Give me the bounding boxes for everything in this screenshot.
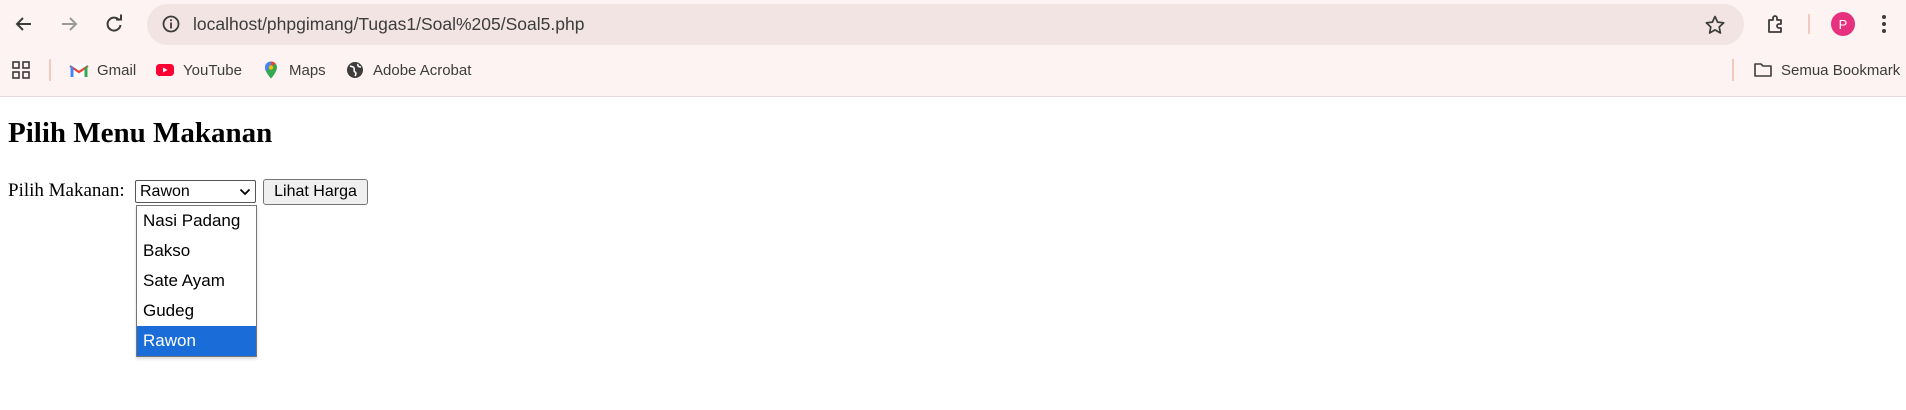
page-title: Pilih Menu Makanan: [8, 117, 273, 149]
all-bookmarks-button[interactable]: Semua Bookmark: [1753, 56, 1900, 84]
bookmark-label: YouTube: [183, 61, 242, 79]
browser-chrome: localhost/phpgimang/Tugas1/Soal%205/Soal…: [0, 0, 1906, 97]
dropdown-option[interactable]: Sate Ayam: [137, 266, 256, 296]
forward-button[interactable]: [53, 8, 85, 40]
food-select-value: Rawon: [140, 183, 190, 200]
reload-icon: [106, 14, 122, 32]
bookmark-gmail[interactable]: Gmail: [69, 56, 136, 84]
food-select-label: Pilih Makanan:: [8, 180, 125, 201]
bookmarks-divider: [49, 59, 51, 81]
site-info-icon[interactable]: [161, 14, 181, 34]
bookmark-label: Gmail: [97, 61, 137, 79]
profile-avatar[interactable]: P: [1831, 12, 1855, 36]
reload-button[interactable]: [98, 8, 130, 40]
youtube-icon: [156, 64, 174, 76]
bookmark-maps[interactable]: Maps: [261, 56, 326, 84]
globe-icon: [347, 62, 363, 78]
apps-button[interactable]: [11, 56, 31, 84]
chevron-down-icon: [239, 188, 251, 196]
dropdown-option[interactable]: Nasi Padang: [137, 206, 256, 236]
toolbar-divider: [1808, 14, 1810, 34]
bookmark-youtube[interactable]: YouTube: [155, 56, 242, 84]
back-button[interactable]: [8, 8, 40, 40]
food-select[interactable]: Rawon: [135, 180, 256, 203]
bookmark-star-icon[interactable]: [1704, 14, 1726, 36]
arrow-right-icon: [62, 17, 78, 31]
dropdown-option-selected[interactable]: Rawon: [137, 326, 256, 356]
extensions-icon[interactable]: [1764, 12, 1788, 36]
maps-icon: [265, 61, 277, 79]
lihat-harga-button[interactable]: Lihat Harga: [263, 179, 368, 205]
apps-grid-icon: [12, 61, 30, 79]
folder-icon: [1754, 63, 1772, 77]
all-bookmarks-label: Semua Bookmark: [1781, 61, 1901, 79]
bookmarks-divider-right: [1732, 59, 1734, 81]
dropdown-option[interactable]: Bakso: [137, 236, 256, 266]
dropdown-option[interactable]: Gudeg: [137, 296, 256, 326]
address-bar[interactable]: localhost/phpgimang/Tugas1/Soal%205/Soal…: [147, 4, 1744, 45]
bookmark-label: Maps: [289, 61, 326, 79]
gmail-icon: [69, 64, 89, 77]
food-dropdown-list: Nasi Padang Bakso Sate Ayam Gudeg Rawon: [136, 205, 257, 357]
url-text[interactable]: localhost/phpgimang/Tugas1/Soal%205/Soal…: [193, 4, 584, 45]
bookmark-label: Adobe Acrobat: [373, 61, 472, 79]
arrow-left-icon: [15, 17, 31, 31]
more-menu-icon[interactable]: [1872, 12, 1896, 36]
bookmark-adobe-acrobat[interactable]: Adobe Acrobat: [345, 56, 471, 84]
